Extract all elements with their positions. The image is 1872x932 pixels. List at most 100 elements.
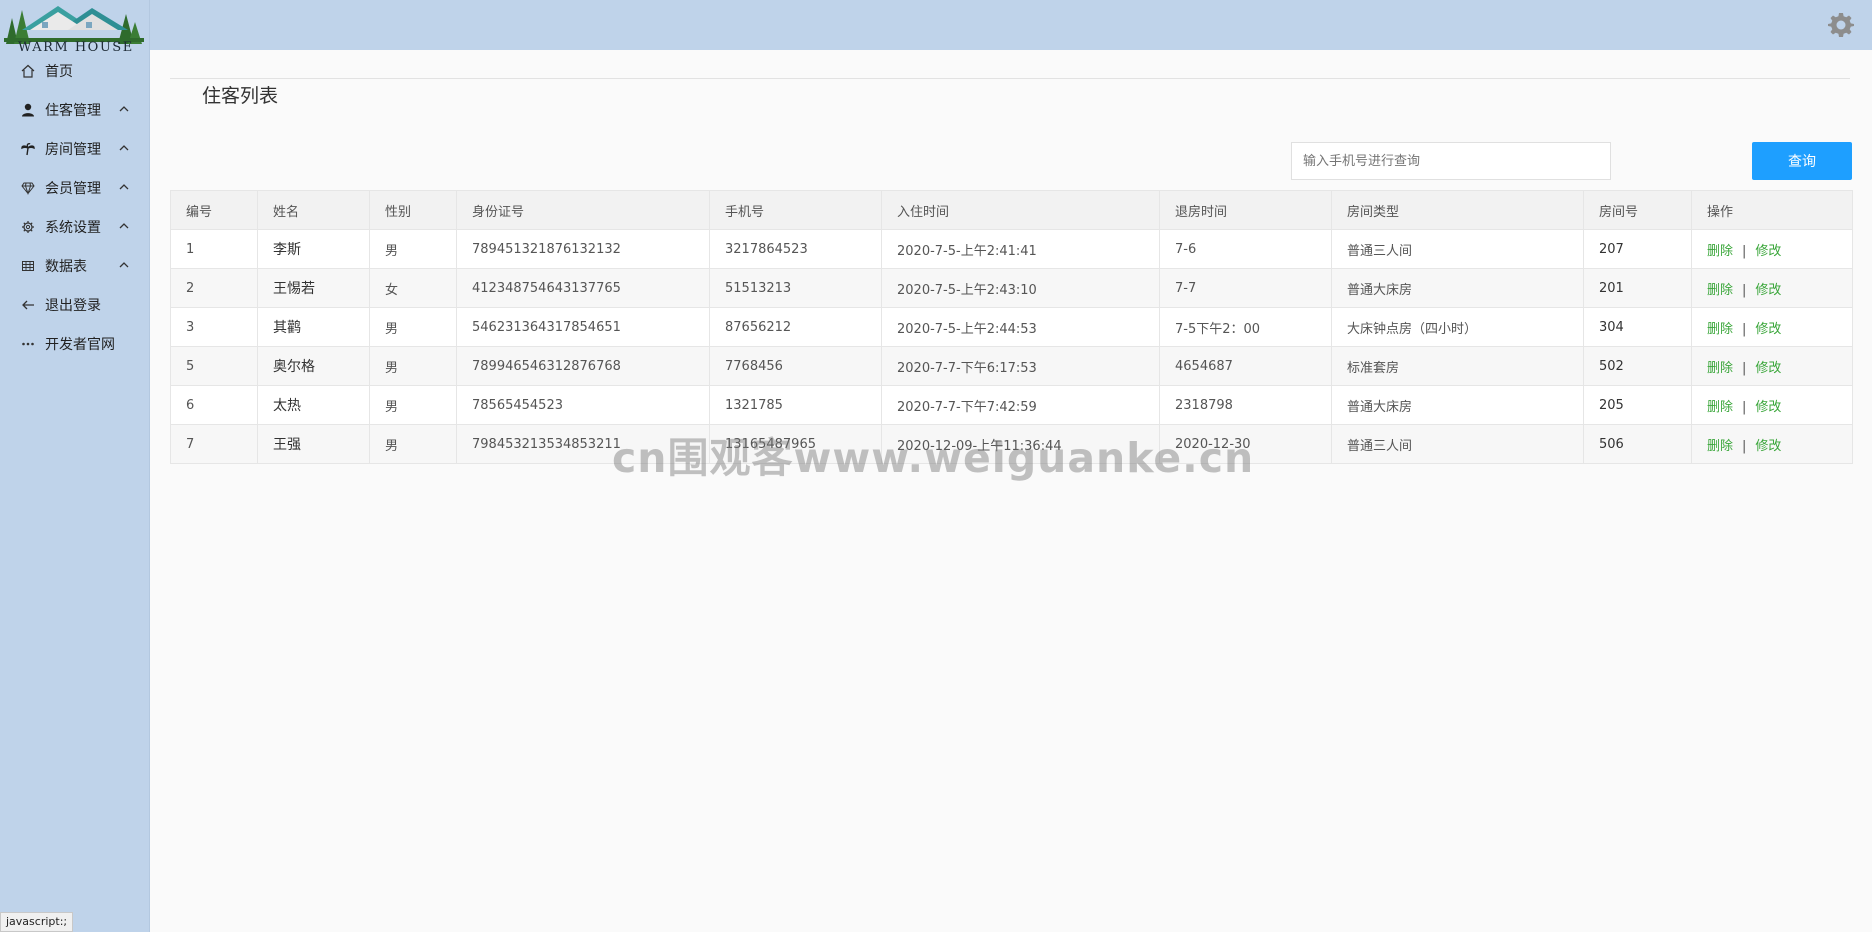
sidebar-item-member-management[interactable]: 会员管理 <box>0 168 150 207</box>
cell-idcard: 798453213534853211 <box>456 424 710 464</box>
column-header[interactable]: 手机号 <box>709 190 882 230</box>
delete-link[interactable]: 删除 <box>1707 244 1733 259</box>
delete-link[interactable]: 删除 <box>1707 322 1733 337</box>
column-header[interactable]: 操作 <box>1691 190 1853 230</box>
cell-room-no: 304 <box>1583 307 1692 347</box>
column-header[interactable]: 房间类型 <box>1331 190 1584 230</box>
delete-link[interactable]: 删除 <box>1707 283 1733 298</box>
edit-link[interactable]: 修改 <box>1755 361 1781 376</box>
cell-phone: 3217864523 <box>709 229 882 269</box>
cell-actions: 删除 | 修改 <box>1691 346 1853 386</box>
column-header[interactable]: 退房时间 <box>1159 190 1332 230</box>
cell-idcard: 789946546312876768 <box>456 346 710 386</box>
cell-room-no: 205 <box>1583 385 1692 425</box>
status-bar-url: javascript:; <box>0 912 74 932</box>
sidebar-item-label: 会员管理 <box>45 180 101 197</box>
cell-checkin: 2020-7-5-上午2:44:53 <box>881 307 1160 347</box>
sidebar-item-home[interactable]: 首页 <box>0 51 150 90</box>
table-row[interactable]: 3 其鹳 男 546231364317854651 87656212 2020-… <box>170 307 1853 347</box>
edit-link[interactable]: 修改 <box>1755 400 1781 415</box>
diamond-icon <box>20 180 36 196</box>
cell-phone: 51513213 <box>709 268 882 308</box>
delete-link[interactable]: 删除 <box>1707 361 1733 376</box>
cell-idcard: 789451321876132132 <box>456 229 710 269</box>
phone-search-input[interactable] <box>1291 142 1611 180</box>
cell-checkin: 2020-7-7-下午7:42:59 <box>881 385 1160 425</box>
chevron-up-icon <box>118 181 130 193</box>
column-header[interactable]: 房间号 <box>1583 190 1692 230</box>
palm-icon <box>20 141 36 157</box>
cell-room-type: 普通大床房 <box>1331 268 1584 308</box>
column-header[interactable]: 姓名 <box>257 190 370 230</box>
cell-room-type: 普通大床房 <box>1331 385 1584 425</box>
cell-checkout: 2020-12-30 <box>1159 424 1332 464</box>
cell-actions: 删除 | 修改 <box>1691 229 1853 269</box>
column-header[interactable]: 性别 <box>369 190 457 230</box>
cell-id: 3 <box>170 307 258 347</box>
cell-id: 7 <box>170 424 258 464</box>
sidebar-item-label: 退出登录 <box>45 297 101 314</box>
column-header[interactable]: 入住时间 <box>881 190 1160 230</box>
action-separator: | <box>1742 282 1747 298</box>
cell-checkout: 7-6 <box>1159 229 1332 269</box>
cell-room-type: 普通三人间 <box>1331 424 1584 464</box>
table-icon <box>20 258 36 274</box>
sidebar-item-room-management[interactable]: 房间管理 <box>0 129 150 168</box>
edit-link[interactable]: 修改 <box>1755 322 1781 337</box>
cell-name: 王强 <box>257 424 370 464</box>
table-row[interactable]: 1 李斯 男 789451321876132132 3217864523 202… <box>170 229 1853 269</box>
cell-gender: 男 <box>369 229 457 269</box>
arrow-left-icon <box>20 297 36 313</box>
cell-id: 1 <box>170 229 258 269</box>
search-button[interactable]: 查询 <box>1752 142 1852 180</box>
table-row[interactable]: 5 奥尔格 男 789946546312876768 7768456 2020-… <box>170 346 1853 386</box>
cell-checkin: 2020-7-5-上午2:43:10 <box>881 268 1160 308</box>
edit-link[interactable]: 修改 <box>1755 244 1781 259</box>
sidebar-item-guest-management[interactable]: 住客管理 <box>0 90 150 129</box>
cell-gender: 女 <box>369 268 457 308</box>
settings-gear-icon[interactable] <box>1828 12 1854 38</box>
table-row[interactable]: 7 王强 男 798453213534853211 13165487965 20… <box>170 424 1853 464</box>
column-header[interactable]: 编号 <box>170 190 258 230</box>
sidebar-item-data-table[interactable]: 数据表 <box>0 246 150 285</box>
sidebar-nav: 首页 住客管理 房间管理 会员管理 系统设置 数据表 退出登录 开发者官网 <box>0 51 150 363</box>
page-title: 住客列表 <box>192 81 289 108</box>
sidebar-item-label: 数据表 <box>45 258 87 275</box>
table-row[interactable]: 6 太热 男 78565454523 1321785 2020-7-7-下午7:… <box>170 385 1853 425</box>
delete-link[interactable]: 删除 <box>1707 400 1733 415</box>
cell-gender: 男 <box>369 346 457 386</box>
cell-actions: 删除 | 修改 <box>1691 385 1853 425</box>
cell-checkout: 7-7 <box>1159 268 1332 308</box>
column-header[interactable]: 身份证号 <box>456 190 710 230</box>
sidebar-item-label: 首页 <box>45 63 73 80</box>
chevron-up-icon <box>118 259 130 271</box>
user-icon <box>20 102 36 118</box>
more-icon <box>20 336 36 352</box>
sidebar-item-developer-site[interactable]: 开发者官网 <box>0 324 150 363</box>
edit-link[interactable]: 修改 <box>1755 439 1781 454</box>
cell-room-type: 标准套房 <box>1331 346 1584 386</box>
sidebar: WARM HOUSE 首页 住客管理 房间管理 会员管理 系统设置 数据表 退出… <box>0 0 150 932</box>
title-divider <box>170 78 1850 79</box>
sidebar-item-logout[interactable]: 退出登录 <box>0 285 150 324</box>
action-separator: | <box>1742 360 1747 376</box>
edit-link[interactable]: 修改 <box>1755 283 1781 298</box>
delete-link[interactable]: 删除 <box>1707 439 1733 454</box>
cell-phone: 7768456 <box>709 346 882 386</box>
chevron-up-icon <box>118 103 130 115</box>
cell-checkout: 2318798 <box>1159 385 1332 425</box>
logo[interactable]: WARM HOUSE <box>0 0 150 56</box>
sidebar-item-system-settings[interactable]: 系统设置 <box>0 207 150 246</box>
cell-checkin: 2020-7-5-上午2:41:41 <box>881 229 1160 269</box>
cell-name: 奥尔格 <box>257 346 370 386</box>
cell-actions: 删除 | 修改 <box>1691 424 1853 464</box>
sidebar-item-label: 系统设置 <box>45 219 101 236</box>
chevron-up-icon <box>118 220 130 232</box>
table-row[interactable]: 2 王惕若 女 412348754643137765 51513213 2020… <box>170 268 1853 308</box>
cell-room-no: 207 <box>1583 229 1692 269</box>
cell-gender: 男 <box>369 424 457 464</box>
action-separator: | <box>1742 438 1747 454</box>
cell-room-type: 大床钟点房（四小时） <box>1331 307 1584 347</box>
cell-name: 李斯 <box>257 229 370 269</box>
cell-room-no: 201 <box>1583 268 1692 308</box>
